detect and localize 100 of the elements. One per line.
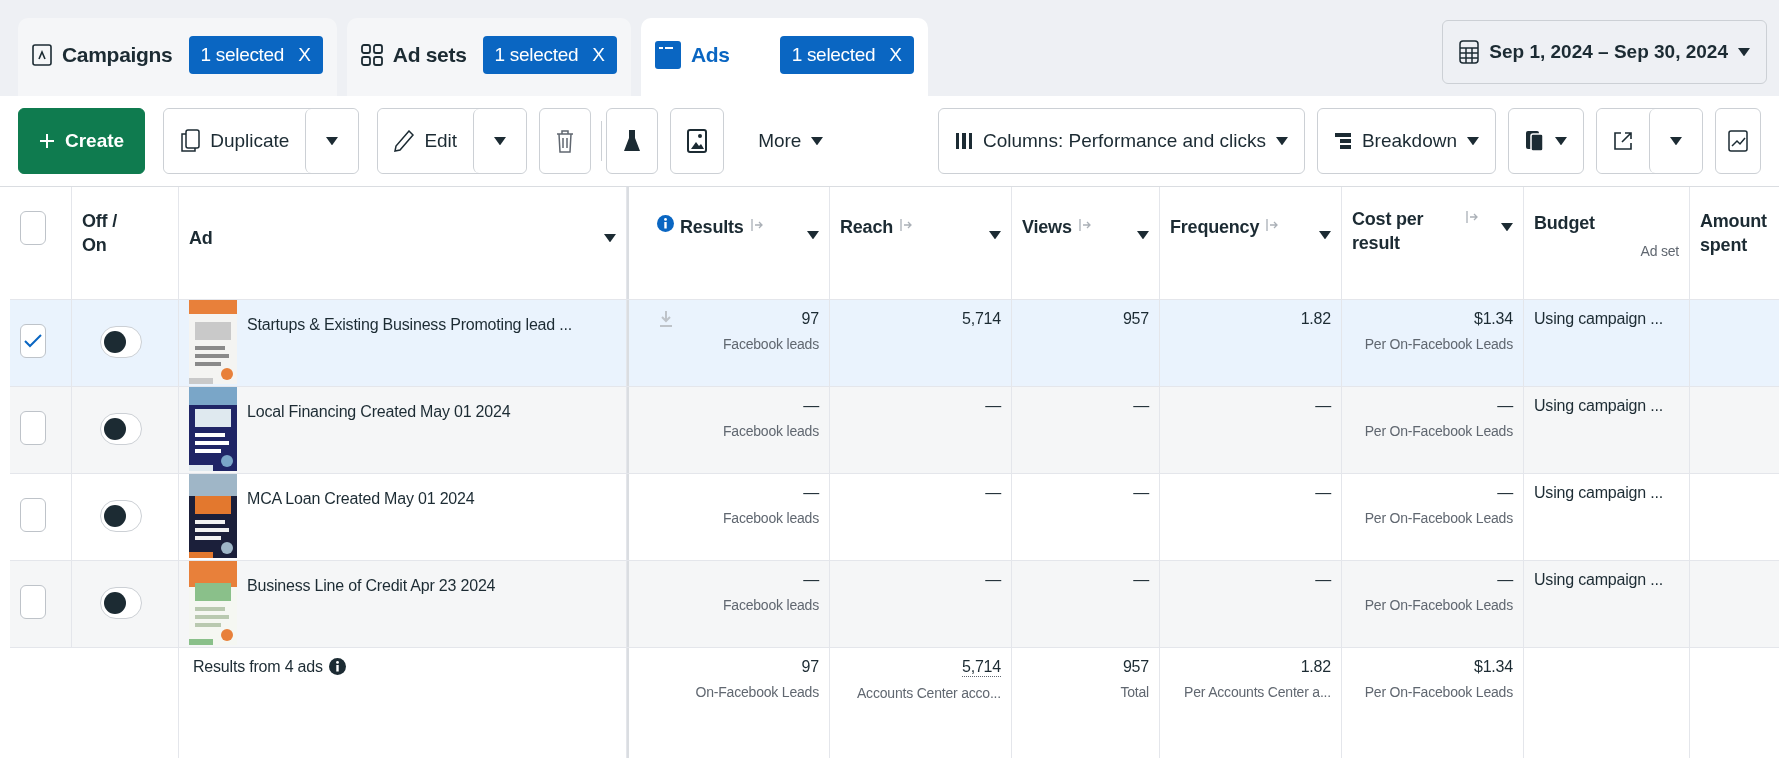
reports-button[interactable] xyxy=(1508,108,1584,174)
grid-icon xyxy=(360,44,383,66)
ad-name-link[interactable]: Startups & Existing Business Promoting lead ... xyxy=(247,300,572,386)
clear-selection-button[interactable]: X xyxy=(592,44,605,66)
column-header[interactable]: Frequency xyxy=(1160,187,1342,299)
table-cell: — xyxy=(1315,397,1331,415)
resize-icon xyxy=(899,218,914,232)
image-icon xyxy=(687,129,708,153)
table-cell: — xyxy=(1133,397,1149,415)
caret-icon xyxy=(1137,230,1149,239)
toggle-switch[interactable] xyxy=(100,413,142,445)
table-cell: — xyxy=(803,484,819,502)
caret-icon xyxy=(1738,47,1750,57)
table-cell: — xyxy=(1315,571,1331,589)
columns-button[interactable]: Columns: Performance and clicks xyxy=(937,108,1305,174)
column-header[interactable]: Ad xyxy=(179,187,627,299)
cell-sublabel: Per On-Facebook Leads xyxy=(1364,423,1513,439)
table-row[interactable]: Local Financing Created May 01 2024 — Facebook leads — — — — Per On-Facebook Leads Using campaign ... xyxy=(10,387,1779,474)
tab[interactable]: Campaigns 1 selected X xyxy=(18,18,337,96)
pencil-icon xyxy=(394,130,415,152)
trend-chart-icon xyxy=(1728,130,1748,152)
selection-count: 1 selected xyxy=(494,44,579,66)
breakdown-icon xyxy=(1333,132,1352,150)
table-cell: — xyxy=(1497,571,1513,589)
caret-icon xyxy=(807,230,819,239)
row-checkbox[interactable] xyxy=(20,411,46,445)
summary-value: 5,714 xyxy=(961,658,1001,677)
summary-sublabel: Accounts Center acco... xyxy=(856,685,1001,701)
table-cell: — xyxy=(803,397,819,415)
table-cell: — xyxy=(1133,571,1149,589)
column-header-label: Cost per result xyxy=(1352,208,1425,256)
resize-icon xyxy=(1464,210,1479,224)
clear-selection-button[interactable]: X xyxy=(889,44,902,66)
table-cell: $1.34 xyxy=(1473,310,1513,328)
cell-sublabel: Per On-Facebook Leads xyxy=(1364,510,1513,526)
calendar-icon xyxy=(1459,40,1480,64)
ad-name-link[interactable]: Local Financing Created May 01 2024 xyxy=(247,387,511,473)
table-cell: — xyxy=(1497,484,1513,502)
caret-icon xyxy=(989,230,1001,239)
toggle-switch[interactable] xyxy=(100,326,142,358)
flask-icon xyxy=(623,129,642,153)
row-checkbox[interactable] xyxy=(20,585,46,619)
table-cell: 5,714 xyxy=(961,310,1001,328)
chart-button[interactable] xyxy=(1715,108,1761,174)
caret-icon xyxy=(1319,230,1331,239)
tab-label: Ads xyxy=(690,43,730,67)
plus-icon xyxy=(39,133,55,149)
caret-icon xyxy=(1670,136,1682,146)
table-cell: — xyxy=(803,571,819,589)
caret-icon xyxy=(811,136,824,146)
clear-selection-button[interactable]: X xyxy=(298,44,311,66)
cell-sublabel: Facebook leads xyxy=(722,423,819,439)
column-header-label: Frequency xyxy=(1170,216,1260,239)
column-header-label: Results xyxy=(680,216,744,239)
delete-button[interactable] xyxy=(539,108,592,174)
tab-label: Campaigns xyxy=(62,43,173,67)
table-row[interactable]: Startups & Existing Business Promoting lead ... 97 Facebook leads 5,714 957 1.82 $1.34 Per On-Facebook Leads Using campaign ... xyxy=(10,300,1779,387)
column-header-label: Ad xyxy=(189,226,213,250)
table-cell: — xyxy=(1315,484,1331,502)
table-row[interactable]: Business Line of Credit Apr 23 2024 — Facebook leads — — — — Per On-Facebook Leads Using campaign ... xyxy=(10,561,1779,648)
date-range-button[interactable]: Sep 1, 2024 – Sep 30, 2024 xyxy=(1442,20,1767,84)
reports-icon xyxy=(1525,130,1545,152)
column-header[interactable]: Reach xyxy=(830,187,1012,299)
test-button[interactable] xyxy=(606,108,659,174)
resize-icon xyxy=(749,218,764,232)
folder-icon xyxy=(32,44,52,66)
select-all-checkbox[interactable] xyxy=(20,211,46,245)
row-checkbox[interactable] xyxy=(20,498,46,532)
selection-count: 1 selected xyxy=(200,44,285,66)
breakdown-button[interactable]: Breakdown xyxy=(1316,108,1496,174)
table-cell: Using campaign ... xyxy=(1534,397,1663,414)
row-checkbox[interactable] xyxy=(20,324,46,358)
column-header[interactable]: Cost per result xyxy=(1342,187,1524,299)
summary-sublabel: Per On-Facebook Leads xyxy=(1364,684,1513,700)
caret-icon xyxy=(1275,136,1288,146)
column-header-label: Budget xyxy=(1534,212,1595,235)
table-cell: — xyxy=(1497,397,1513,415)
tab[interactable]: Ads 1 selected X xyxy=(640,18,928,96)
summary-value: $1.34 xyxy=(1473,658,1513,676)
ad-name-link[interactable]: Business Line of Credit Apr 23 2024 xyxy=(247,561,496,647)
caret-icon xyxy=(604,233,616,243)
column-header[interactable]: Budget Ad set xyxy=(1524,187,1690,299)
toggle-switch[interactable] xyxy=(100,587,142,619)
toggle-switch[interactable] xyxy=(100,500,142,532)
media-button[interactable] xyxy=(670,108,725,174)
column-header-label: Views xyxy=(1022,216,1072,239)
cell-sublabel: Per On-Facebook Leads xyxy=(1364,597,1513,613)
tab[interactable]: Ad sets 1 selected X xyxy=(346,18,631,96)
column-header[interactable]: Views xyxy=(1012,187,1160,299)
caret-icon xyxy=(494,136,507,146)
ad-name-link[interactable]: MCA Loan Created May 01 2024 xyxy=(247,474,475,560)
table-cell: Using campaign ... xyxy=(1534,310,1663,327)
caret-icon xyxy=(1555,136,1567,146)
summary-value: 97 xyxy=(801,658,819,676)
info-icon xyxy=(328,658,346,675)
table-cell: — xyxy=(985,397,1001,415)
create-button[interactable]: Create xyxy=(18,108,146,174)
caret-icon xyxy=(326,136,339,146)
summary-value: 957 xyxy=(1122,658,1149,676)
column-header[interactable]: Results xyxy=(647,187,830,299)
